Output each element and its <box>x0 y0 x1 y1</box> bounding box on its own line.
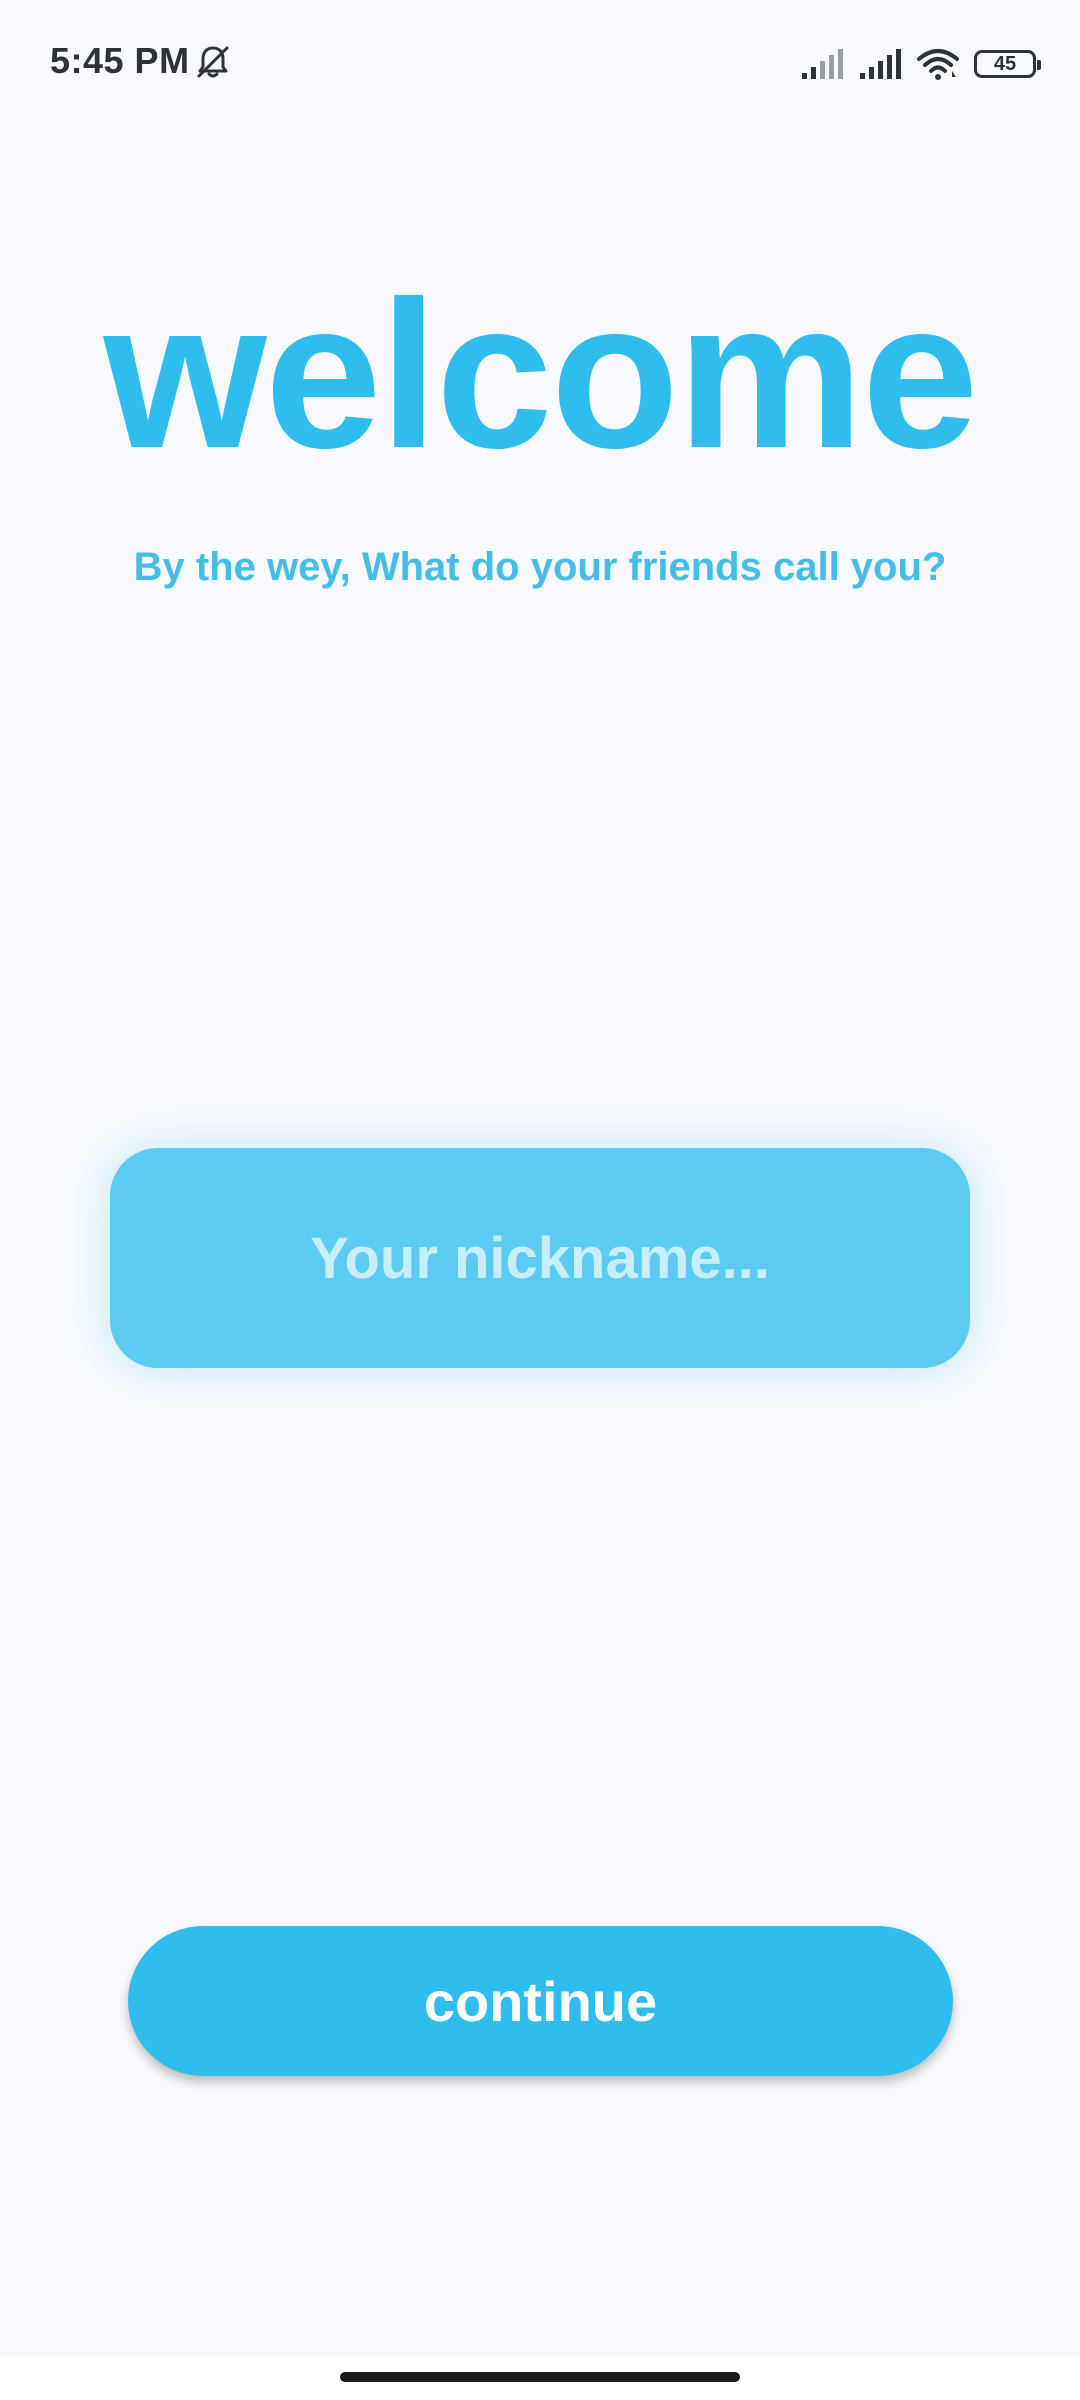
bell-muted-icon <box>197 46 229 78</box>
welcome-screen: 5:45 PM 45 welcome By the wey, What do y… <box>0 0 1080 2400</box>
signal-icon <box>860 49 901 79</box>
nickname-input[interactable] <box>110 1147 970 1369</box>
wifi-icon <box>917 49 959 80</box>
continue-button[interactable]: continue <box>128 1926 953 2076</box>
status-time: 5:45 PM <box>50 40 190 81</box>
battery-level: 45 <box>993 52 1017 75</box>
home-indicator[interactable] <box>340 2372 740 2382</box>
signal-icon <box>802 49 843 79</box>
continue-label: continue <box>423 1969 658 2033</box>
nickname-field[interactable] <box>110 1147 970 1369</box>
status-icons: 45 <box>800 44 1041 84</box>
battery-icon: 45 <box>974 50 1041 78</box>
status-bar: 5:45 PM 45 <box>0 0 1080 130</box>
welcome-subtitle: By the wey, What do your friends call yo… <box>133 545 947 589</box>
welcome-title: welcome <box>103 257 978 492</box>
